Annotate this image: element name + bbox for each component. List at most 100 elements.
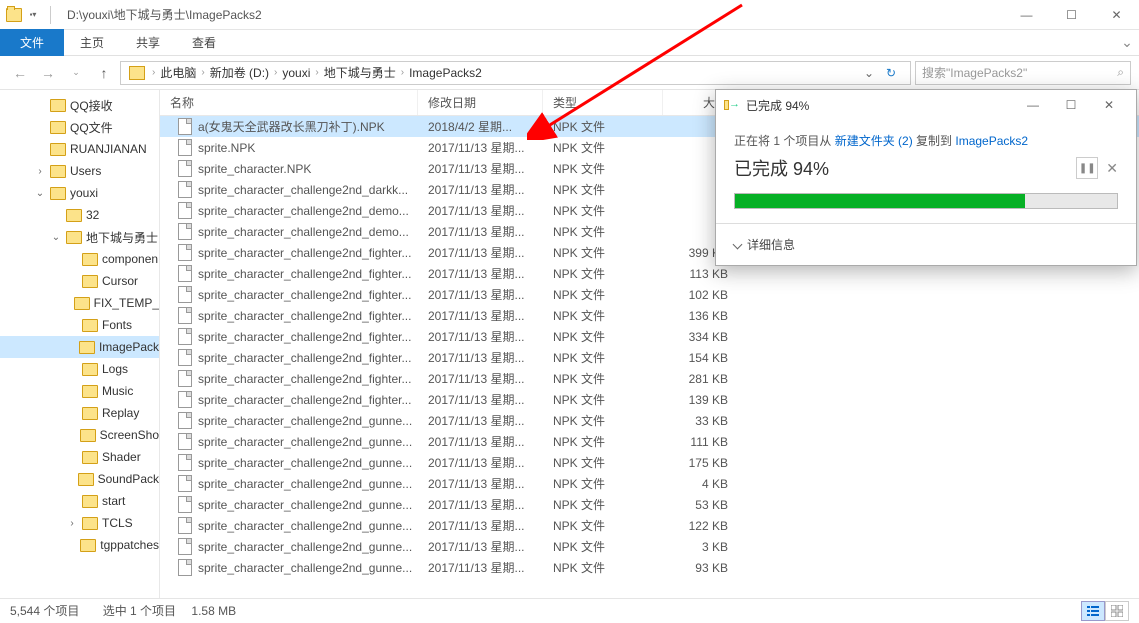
- dialog-close-button[interactable]: ✕: [1090, 91, 1128, 119]
- file-type: NPK 文件: [543, 431, 663, 452]
- file-row[interactable]: sprite_character_challenge2nd_fighter...…: [160, 305, 1139, 326]
- dialog-maximize-button[interactable]: ☐: [1052, 91, 1090, 119]
- cancel-button[interactable]: ✕: [1106, 160, 1118, 177]
- expand-icon[interactable]: ›: [34, 166, 46, 177]
- folder-icon: [82, 385, 98, 398]
- breadcrumb-item[interactable]: 地下城与勇士: [322, 64, 398, 81]
- ribbon-expand-icon[interactable]: ⌄: [1115, 31, 1139, 55]
- tab-home[interactable]: 主页: [64, 30, 120, 55]
- file-date: 2017/11/13 星期...: [418, 305, 543, 326]
- file-icon: [178, 538, 192, 555]
- file-row[interactable]: sprite_character_challenge2nd_fighter...…: [160, 389, 1139, 410]
- window-title: D:\youxi\地下城与勇士\ImagePacks2: [63, 6, 1004, 23]
- breadcrumb-item[interactable]: 此电脑: [158, 64, 198, 81]
- tab-file[interactable]: 文件: [0, 29, 64, 56]
- file-row[interactable]: sprite_character_challenge2nd_fighter...…: [160, 368, 1139, 389]
- tree-item[interactable]: ScreenSho: [0, 424, 159, 446]
- file-icon: [178, 370, 192, 387]
- file-size: 122 KB: [663, 515, 738, 536]
- file-icon: [178, 202, 192, 219]
- close-button[interactable]: ✕: [1094, 1, 1139, 29]
- tree-item[interactable]: QQ文件: [0, 116, 159, 138]
- file-size: 154 KB: [663, 347, 738, 368]
- tree-label: Users: [70, 164, 101, 178]
- file-row[interactable]: sprite_character_challenge2nd_gunne... 2…: [160, 515, 1139, 536]
- pause-button[interactable]: ❚❚: [1076, 157, 1098, 179]
- nav-up-button[interactable]: ↑: [92, 61, 116, 85]
- file-icon: [178, 391, 192, 408]
- file-row[interactable]: sprite_character_challenge2nd_fighter...…: [160, 347, 1139, 368]
- breadcrumb-item[interactable]: ImagePacks2: [407, 66, 484, 80]
- file-row[interactable]: sprite_character_challenge2nd_gunne... 2…: [160, 431, 1139, 452]
- tree-item[interactable]: ›TCLS: [0, 512, 159, 534]
- tree-item[interactable]: Music: [0, 380, 159, 402]
- tree-item[interactable]: componen: [0, 248, 159, 270]
- tree-item[interactable]: tgppatches: [0, 534, 159, 556]
- file-row[interactable]: sprite_character_challenge2nd_gunne... 2…: [160, 410, 1139, 431]
- tree-label: QQ接收: [70, 97, 113, 114]
- view-icons-button[interactable]: [1105, 601, 1129, 621]
- file-name: sprite_character_challenge2nd_gunne...: [198, 414, 412, 428]
- nav-back-button[interactable]: ←: [8, 61, 32, 85]
- tree-item[interactable]: SoundPack: [0, 468, 159, 490]
- tree-item[interactable]: FIX_TEMP_: [0, 292, 159, 314]
- view-details-button[interactable]: [1081, 601, 1105, 621]
- tree-item[interactable]: ⌄地下城与勇士: [0, 226, 159, 248]
- tree-item[interactable]: Replay: [0, 402, 159, 424]
- file-row[interactable]: sprite_character_challenge2nd_fighter...…: [160, 326, 1139, 347]
- column-type[interactable]: 类型: [543, 90, 663, 115]
- tree-item[interactable]: ⌄youxi: [0, 182, 159, 204]
- tree-item[interactable]: Shader: [0, 446, 159, 468]
- tree-item[interactable]: Fonts: [0, 314, 159, 336]
- search-icon[interactable]: ⌕: [1117, 65, 1124, 80]
- file-row[interactable]: sprite_character_challenge2nd_gunne... 2…: [160, 473, 1139, 494]
- tree-item[interactable]: RUANJIANAN: [0, 138, 159, 160]
- dialog-titlebar[interactable]: → 已完成 94% — ☐ ✕: [716, 90, 1136, 120]
- qat-menu-icon[interactable]: ▪▾: [26, 8, 40, 22]
- nav-forward-button[interactable]: →: [36, 61, 60, 85]
- tree-item[interactable]: Logs: [0, 358, 159, 380]
- tree-item[interactable]: QQ接收: [0, 94, 159, 116]
- file-icon: [178, 139, 192, 156]
- file-row[interactable]: sprite_character_challenge2nd_fighter...…: [160, 263, 1139, 284]
- dialog-minimize-button[interactable]: —: [1014, 91, 1052, 119]
- search-input[interactable]: 搜索"ImagePacks2" ⌕: [915, 61, 1131, 85]
- file-row[interactable]: sprite_character_challenge2nd_gunne... 2…: [160, 536, 1139, 557]
- breadcrumb-item[interactable]: youxi: [280, 66, 312, 80]
- minimize-button[interactable]: —: [1004, 1, 1049, 29]
- expand-icon[interactable]: ›: [66, 518, 78, 529]
- tab-share[interactable]: 共享: [120, 30, 176, 55]
- tree-item[interactable]: Cursor: [0, 270, 159, 292]
- tree-item[interactable]: start: [0, 490, 159, 512]
- tree-label: SoundPack: [98, 472, 159, 486]
- column-date[interactable]: 修改日期: [418, 90, 543, 115]
- tree-item[interactable]: ImagePack: [0, 336, 159, 358]
- copy-source-link[interactable]: 新建文件夹 (2): [835, 134, 913, 148]
- file-row[interactable]: sprite_character_challenge2nd_gunne... 2…: [160, 494, 1139, 515]
- refresh-icon[interactable]: ↻: [882, 66, 906, 80]
- file-size: 102 KB: [663, 284, 738, 305]
- details-toggle[interactable]: 详细信息: [734, 236, 1118, 253]
- file-row[interactable]: sprite_character_challenge2nd_gunne... 2…: [160, 452, 1139, 473]
- tree-item[interactable]: 32: [0, 204, 159, 226]
- file-row[interactable]: sprite_character_challenge2nd_fighter...…: [160, 284, 1139, 305]
- file-icon: [178, 496, 192, 513]
- breadcrumb-dropdown-icon[interactable]: ⌄: [856, 66, 882, 80]
- maximize-button[interactable]: ☐: [1049, 1, 1094, 29]
- tree-label: ImagePack: [99, 340, 159, 354]
- file-row[interactable]: sprite_character_challenge2nd_gunne... 2…: [160, 557, 1139, 578]
- expand-icon[interactable]: ⌄: [34, 188, 46, 199]
- nav-recent-button[interactable]: ⌄: [64, 61, 88, 85]
- folder-tree[interactable]: QQ接收 QQ文件 RUANJIANAN › Users ⌄youxi32⌄地下城与勇士c…: [0, 90, 160, 598]
- copy-dest-link[interactable]: ImagePacks2: [955, 134, 1028, 148]
- tree-item[interactable]: › Users: [0, 160, 159, 182]
- column-name[interactable]: 名称: [160, 90, 418, 115]
- file-date: 2018/4/2 星期...: [418, 116, 543, 137]
- breadcrumb[interactable]: › 此电脑 › 新加卷 (D:) › youxi › 地下城与勇士 › Imag…: [120, 61, 911, 85]
- tab-view[interactable]: 查看: [176, 30, 232, 55]
- expand-icon[interactable]: ⌄: [50, 232, 62, 243]
- folder-icon: [50, 165, 66, 178]
- breadcrumb-item[interactable]: 新加卷 (D:): [208, 64, 271, 81]
- breadcrumb-sep: ›: [398, 67, 407, 78]
- tree-label: QQ文件: [70, 119, 113, 136]
